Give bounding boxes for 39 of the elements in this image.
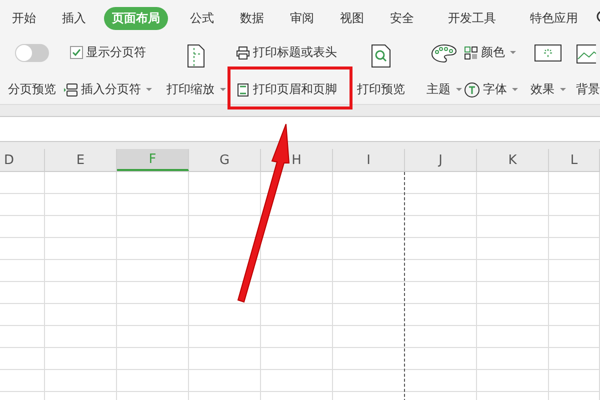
column-header[interactable]: I — [333, 149, 405, 171]
ribbon-tab[interactable]: 开始 — [4, 6, 44, 30]
ribbon-tab[interactable]: 视图 — [332, 6, 372, 30]
ribbon-tab[interactable]: 开发工具 — [440, 6, 504, 30]
print-titles-button[interactable]: 打印标题或表头 — [236, 44, 337, 61]
color-grid-icon — [464, 46, 478, 60]
image-icon — [576, 44, 596, 64]
check-icon — [72, 48, 81, 57]
page-break-preview-label: 分页预览 — [8, 81, 56, 98]
column-header[interactable]: L — [549, 149, 600, 171]
fonts-button[interactable]: 字体 — [464, 81, 518, 98]
page-break-preview-switch[interactable] — [15, 44, 49, 62]
print-scaling-button[interactable]: 打印缩放 — [166, 81, 226, 98]
column-header[interactable]: G — [189, 149, 261, 171]
page-icon — [236, 82, 250, 96]
ribbon-tab[interactable]: 安全 — [382, 6, 422, 30]
effects-button[interactable]: 效果 — [530, 81, 566, 98]
theme-button[interactable]: 主题 — [426, 81, 462, 98]
ribbon-tab[interactable]: 审阅 — [282, 6, 322, 30]
column-header[interactable]: J — [405, 149, 477, 171]
background-button[interactable]: 背景 — [576, 81, 600, 98]
page-scale-icon — [187, 44, 205, 68]
font-icon — [464, 82, 480, 98]
page-break-icon — [64, 82, 78, 96]
ribbon-tab[interactable]: 数据 — [232, 6, 272, 30]
effects-icon — [534, 44, 562, 62]
show-page-breaks-checkbox[interactable]: 显示分页符 — [70, 44, 146, 61]
printer-icon — [236, 46, 250, 60]
ribbon-tab[interactable]: 公式 — [182, 6, 222, 30]
colors-button[interactable]: 颜色 — [464, 44, 516, 61]
column-header[interactable]: D — [0, 149, 45, 171]
column-header[interactable]: K — [477, 149, 549, 171]
ribbon-tab[interactable]: 特色应用 — [522, 6, 586, 30]
ribbon-tab[interactable]: 插入 — [54, 6, 94, 30]
insert-page-break-button[interactable]: 插入分页符 — [64, 81, 152, 98]
print-header-footer-button[interactable]: 打印页眉和页脚 — [236, 81, 337, 98]
print-preview-icon — [371, 44, 391, 68]
palette-icon — [431, 44, 457, 64]
print-preview-button[interactable]: 打印预览 — [357, 81, 405, 98]
